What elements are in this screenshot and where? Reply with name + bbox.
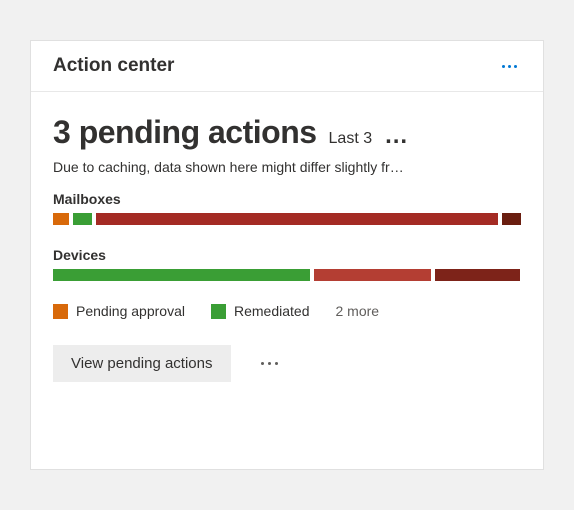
legend-swatch-pending [53, 304, 68, 319]
mailboxes-bar [53, 213, 521, 225]
footer-row: View pending actions [53, 345, 521, 382]
legend-label-remediated: Remediated [234, 303, 310, 319]
mailboxes-seg-3[interactable] [96, 213, 499, 225]
ellipsis-icon: … [384, 130, 410, 142]
devices-seg-2[interactable] [314, 269, 431, 281]
action-center-card: Action center 3 pending actions Last 3 …… [30, 40, 544, 470]
devices-seg-3[interactable] [435, 269, 519, 281]
mailboxes-seg-4[interactable] [502, 213, 521, 225]
headline-row: 3 pending actions Last 3 … [53, 114, 521, 151]
legend: Pending approval Remediated 2 more [53, 303, 521, 319]
view-pending-actions-button[interactable]: View pending actions [53, 345, 231, 382]
mailboxes-label: Mailboxes [53, 191, 521, 207]
mailboxes-seg-pending[interactable] [53, 213, 69, 225]
devices-bar [53, 269, 521, 281]
card-title: Action center [53, 55, 174, 77]
devices-label: Devices [53, 247, 521, 263]
more-options-icon[interactable] [498, 61, 521, 72]
legend-item-remediated[interactable]: Remediated [211, 303, 310, 319]
footer-more-icon[interactable] [255, 356, 284, 371]
legend-more[interactable]: 2 more [335, 303, 379, 319]
legend-label-pending: Pending approval [76, 303, 185, 319]
legend-item-pending[interactable]: Pending approval [53, 303, 185, 319]
card-body: 3 pending actions Last 3 … Due to cachin… [31, 92, 543, 469]
legend-swatch-remediated [211, 304, 226, 319]
devices-seg-remediated[interactable] [53, 269, 310, 281]
card-header: Action center [31, 41, 543, 92]
mailboxes-seg-remediated[interactable] [73, 213, 92, 225]
time-range-label: Last 3 [329, 130, 373, 148]
caching-caption: Due to caching, data shown here might di… [53, 159, 521, 175]
pending-actions-count: 3 pending actions [53, 114, 317, 151]
